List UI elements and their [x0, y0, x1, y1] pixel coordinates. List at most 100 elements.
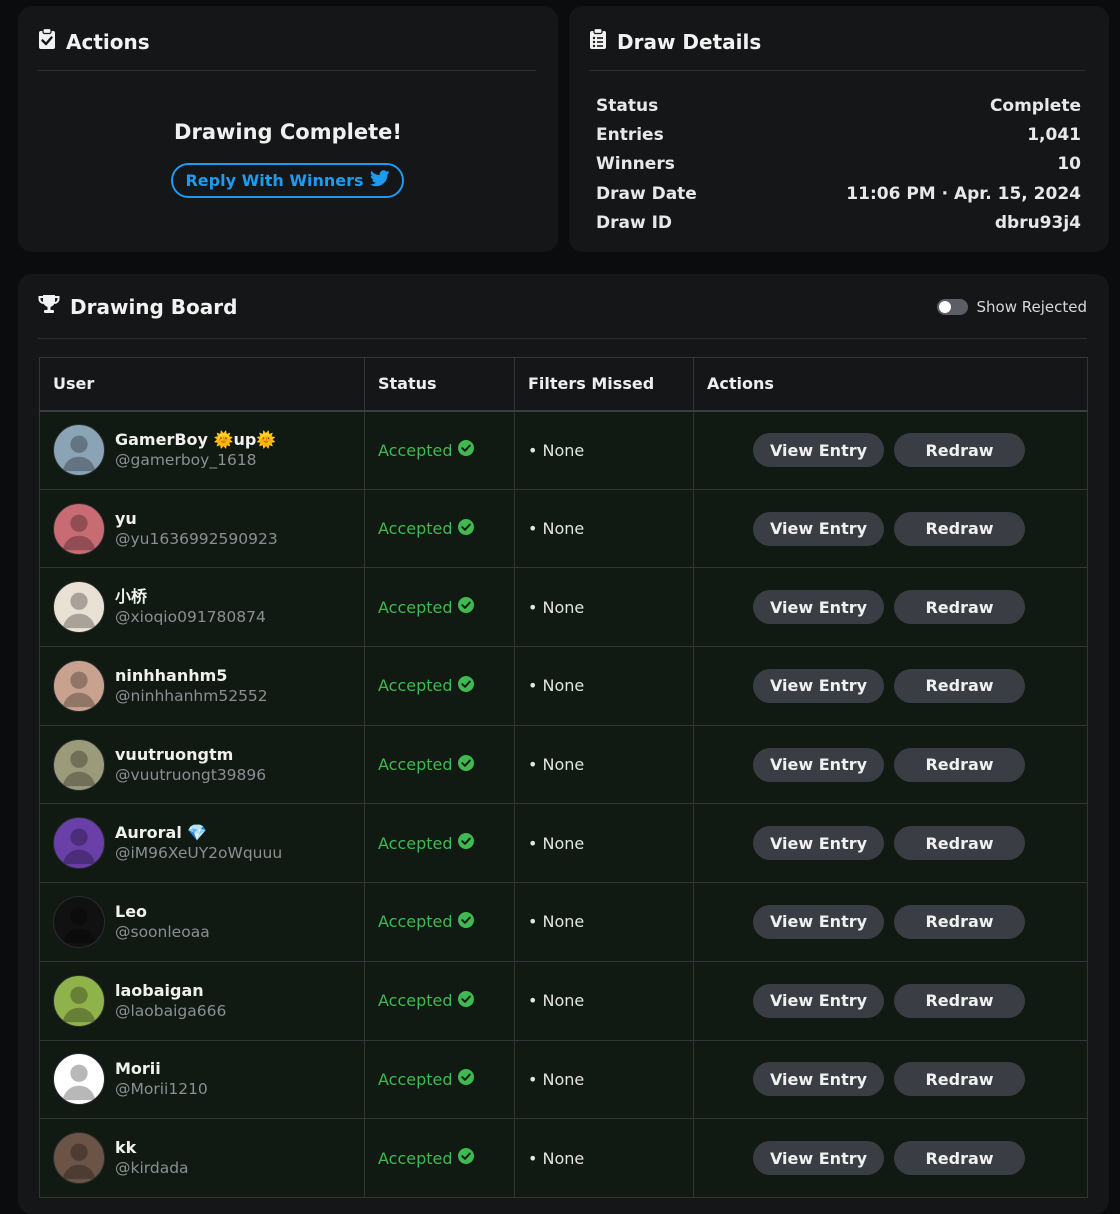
avatar[interactable] [53, 817, 105, 870]
user-handle: @kirdada [115, 1159, 189, 1178]
view-entry-button[interactable]: View Entry [753, 1062, 884, 1097]
user-handle: @yu1636992590923 [115, 529, 278, 548]
avatar[interactable] [53, 1053, 105, 1106]
status-cell: Accepted [364, 960, 515, 1041]
redraw-button[interactable]: Redraw [894, 590, 1025, 625]
user-cell: 小桥 @xioqio091780874 [39, 567, 365, 648]
status-badge: Accepted [378, 911, 514, 932]
view-entry-button[interactable]: View Entry [753, 983, 884, 1018]
filters-missed-value: • None [528, 1069, 585, 1089]
redraw-button[interactable]: Redraw [894, 983, 1025, 1018]
user-text: Auroral 💎 @iM96XeUY2oWquuu [115, 823, 282, 863]
actions-cell: View Entry Redraw [693, 960, 1088, 1041]
redraw-button[interactable]: Redraw [894, 668, 1025, 703]
avatar[interactable] [53, 581, 105, 634]
user-name: Auroral 💎 [115, 823, 208, 843]
redraw-button[interactable]: Redraw [894, 1062, 1025, 1097]
check-circle-icon [457, 911, 474, 932]
user-text: Leo @soonleoaa [115, 902, 210, 942]
status-cell: Accepted [364, 567, 515, 648]
filters-missed-value: • None [528, 519, 585, 539]
avatar[interactable] [53, 974, 105, 1027]
user-cell: yu @yu1636992590923 [39, 488, 365, 569]
status-text: Accepted [378, 519, 453, 539]
user-handle: @iM96XeUY2oWquuu [115, 844, 283, 863]
view-entry-button[interactable]: View Entry [753, 1141, 884, 1176]
filters-missed-value: • None [528, 991, 585, 1011]
user-name: laobaigan [115, 980, 204, 1000]
user-name: GamerBoy 🌞up🌞 [115, 430, 277, 450]
status-text: Accepted [378, 440, 453, 460]
view-entry-button[interactable]: View Entry [753, 747, 884, 782]
user-cell: Auroral 💎 @iM96XeUY2oWquuu [39, 803, 365, 884]
redraw-button[interactable]: Redraw [894, 747, 1025, 782]
redraw-button[interactable]: Redraw [894, 904, 1025, 939]
check-circle-icon [457, 597, 474, 617]
avatar[interactable] [53, 1132, 105, 1185]
avatar-person-icon [62, 1143, 96, 1180]
redraw-button[interactable]: Redraw [894, 1141, 1025, 1176]
filters-missed-value: • None [528, 755, 585, 775]
user-text: yu @yu1636992590923 [115, 509, 278, 549]
row-actions: View Entry Redraw [753, 590, 1087, 625]
status-cell: Accepted [364, 410, 515, 490]
user-info: ninhhanhm5 @ninhhanhm52552 [53, 659, 364, 712]
drawing-complete-text: Drawing Complete! [174, 120, 402, 144]
check-circle-icon [457, 1069, 474, 1089]
status-text: Accepted [378, 755, 453, 775]
detail-value: 11:06 PM · Apr. 15, 2024 [846, 183, 1081, 204]
view-entry-button[interactable]: View Entry [753, 433, 884, 468]
view-entry-button[interactable]: View Entry [753, 511, 884, 546]
actions-cell: View Entry Redraw [693, 803, 1088, 884]
detail-label: Draw Date [596, 183, 697, 204]
trophy-icon [38, 294, 60, 319]
status-cell: Accepted [364, 1039, 515, 1120]
avatar-person-icon [62, 514, 96, 550]
clipboard-check-icon [38, 27, 56, 55]
redraw-button[interactable]: Redraw [894, 433, 1025, 468]
drawing-board-title: Drawing Board [70, 294, 238, 319]
avatar[interactable] [53, 502, 105, 555]
avatar-person-icon [62, 828, 96, 865]
status-badge: Accepted [378, 440, 514, 460]
avatar-person-icon [62, 1064, 96, 1101]
table-row: kk @kirdada Accepted • None View Entry R… [39, 1118, 1088, 1198]
drawing-board-header: Drawing Board [38, 294, 237, 319]
filters-missed-value: • None [528, 1148, 585, 1168]
user-handle: @ninhhanhm52552 [115, 686, 268, 705]
filters-missed-cell: • None [514, 488, 694, 569]
avatar-person-icon [62, 435, 96, 472]
table-row: yu @yu1636992590923 Accepted • None View… [39, 488, 1088, 569]
detail-label: Winners [596, 154, 675, 175]
filters-missed-cell: • None [514, 410, 694, 490]
avatar[interactable] [53, 424, 105, 477]
avatar[interactable] [53, 738, 105, 791]
avatar[interactable] [53, 659, 105, 712]
redraw-button[interactable]: Redraw [894, 511, 1025, 546]
detail-row-entries: Entries 1,041 [596, 120, 1081, 149]
avatar-person-icon [62, 986, 96, 1022]
status-text: Accepted [378, 833, 453, 853]
view-entry-button[interactable]: View Entry [753, 826, 884, 861]
avatar-person-icon [62, 750, 96, 786]
view-entry-button[interactable]: View Entry [753, 904, 884, 939]
reply-with-winners-button[interactable]: Reply With Winners [171, 163, 404, 198]
redraw-button[interactable]: Redraw [894, 826, 1025, 861]
user-info: vuutruongtm @vuutruongt39896 [53, 738, 364, 791]
view-entry-button[interactable]: View Entry [753, 668, 884, 703]
status-cell: Accepted [364, 1118, 515, 1198]
user-handle: @soonleoaa [115, 922, 210, 941]
view-entry-button[interactable]: View Entry [753, 590, 884, 625]
status-text: Accepted [378, 676, 453, 696]
avatar[interactable] [53, 895, 105, 948]
status-badge: Accepted [378, 1069, 514, 1089]
user-text: 小桥 @xioqio091780874 [115, 587, 266, 627]
table-row: GamerBoy 🌞up🌞 @gamerboy_1618 Accepted • … [39, 410, 1088, 490]
check-circle-icon [457, 440, 474, 460]
status-badge: Accepted [378, 1148, 514, 1168]
show-rejected-toggle[interactable] [936, 299, 968, 315]
actions-cell: View Entry Redraw [693, 410, 1088, 490]
actions-cell: View Entry Redraw [693, 567, 1088, 648]
user-name: Leo [115, 901, 148, 921]
detail-value: Complete [989, 95, 1081, 116]
